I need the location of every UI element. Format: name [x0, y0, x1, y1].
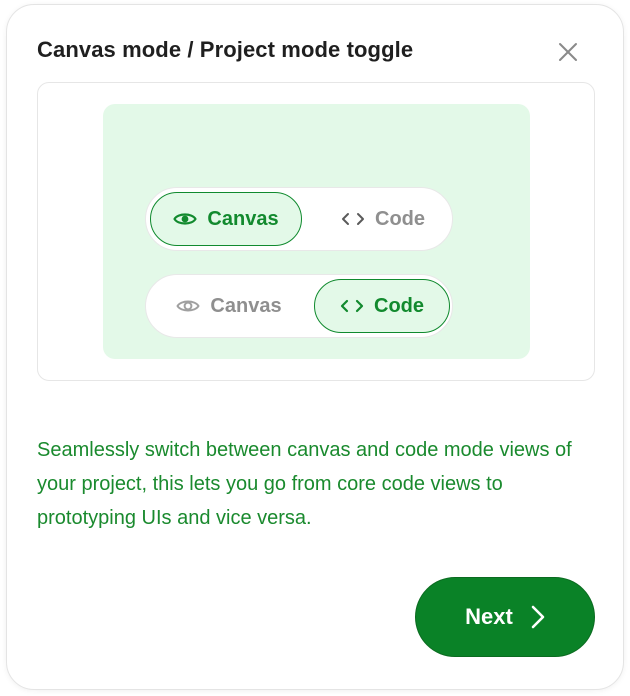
canvas-mode-button[interactable]: Canvas: [154, 279, 304, 333]
eye-icon: [173, 211, 198, 227]
feature-preview: Canvas Code Canvas Code: [37, 82, 595, 381]
onboarding-dialog: Canvas mode / Project mode toggle Canvas: [6, 4, 624, 690]
dialog-title: Canvas mode / Project mode toggle: [37, 37, 414, 62]
canvas-mode-button[interactable]: Canvas: [150, 192, 302, 246]
chevron-right-icon: [531, 605, 545, 629]
close-icon: [559, 43, 577, 61]
code-mode-button[interactable]: Code: [314, 279, 450, 333]
next-button-label: Next: [465, 604, 513, 629]
code-brackets-icon: [340, 299, 364, 313]
code-brackets-icon: [341, 212, 365, 226]
canvas-mode-label: Canvas: [210, 294, 282, 317]
preview-background: Canvas Code Canvas Code: [103, 104, 530, 359]
code-mode-button[interactable]: Code: [316, 192, 450, 246]
close-button[interactable]: [555, 39, 581, 65]
next-button[interactable]: Next: [415, 577, 595, 657]
feature-description: Seamlessly switch between canvas and cod…: [37, 439, 572, 529]
eye-icon: [176, 298, 200, 314]
canvas-mode-label: Canvas: [207, 207, 279, 230]
code-mode-label: Code: [374, 294, 424, 317]
mode-toggle-code-active: Canvas Code: [145, 274, 453, 338]
mode-toggle-canvas-active: Canvas Code: [145, 187, 453, 251]
code-mode-label: Code: [375, 207, 425, 230]
